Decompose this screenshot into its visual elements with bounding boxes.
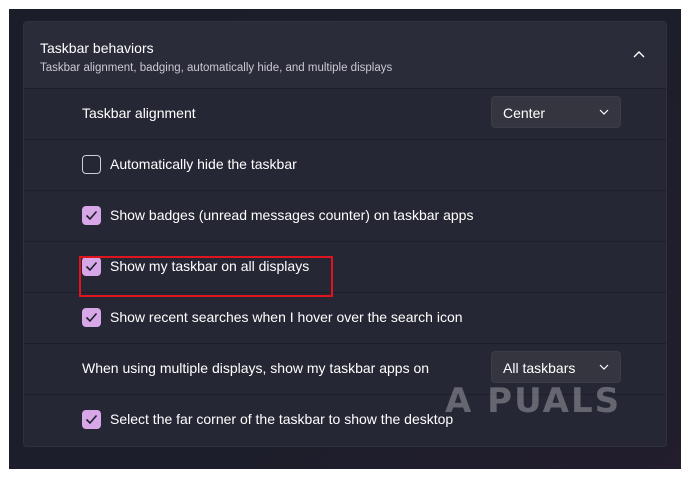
auto-hide-checkbox[interactable] xyxy=(82,155,101,174)
taskbar-alignment-value: Center xyxy=(503,105,546,121)
highlight-box xyxy=(79,256,333,297)
far-corner-checkbox[interactable] xyxy=(82,410,101,429)
show-badges-label: Show badges (unread messages counter) on… xyxy=(110,207,474,223)
checkmark-icon xyxy=(85,210,98,221)
watermark: A PUALS xyxy=(445,381,622,421)
checkmark-icon xyxy=(85,312,98,323)
far-corner-label: Select the far corner of the taskbar to … xyxy=(110,411,454,427)
chevron-down-icon xyxy=(599,109,609,115)
section-subtitle: Taskbar alignment, badging, automaticall… xyxy=(40,62,393,74)
checkmark-icon xyxy=(85,414,98,425)
taskbar-alignment-dropdown[interactable]: Center xyxy=(491,96,621,128)
row-auto-hide: Automatically hide the taskbar xyxy=(24,140,666,191)
recent-searches-label: Show recent searches when I hover over t… xyxy=(110,309,463,325)
auto-hide-label: Automatically hide the taskbar xyxy=(110,156,297,172)
taskbar-alignment-label: Taskbar alignment xyxy=(82,105,196,121)
multi-display-apps-dropdown[interactable]: All taskbars xyxy=(491,351,621,383)
section-header[interactable]: Taskbar behaviors Taskbar alignment, bad… xyxy=(24,22,666,89)
row-show-badges: Show badges (unread messages counter) on… xyxy=(24,191,666,242)
settings-window: Taskbar behaviors Taskbar alignment, bad… xyxy=(9,9,681,469)
chevron-down-icon xyxy=(599,364,609,370)
show-badges-checkbox[interactable] xyxy=(82,206,101,225)
recent-searches-checkbox[interactable] xyxy=(82,308,101,327)
multi-display-apps-value: All taskbars xyxy=(503,360,576,376)
collapse-button[interactable] xyxy=(626,42,652,68)
chevron-up-icon xyxy=(633,51,645,58)
row-recent-searches: Show recent searches when I hover over t… xyxy=(24,293,666,344)
row-taskbar-alignment: Taskbar alignment Center xyxy=(24,89,666,140)
multi-display-apps-label: When using multiple displays, show my ta… xyxy=(82,360,430,376)
section-title: Taskbar behaviors xyxy=(40,40,154,56)
